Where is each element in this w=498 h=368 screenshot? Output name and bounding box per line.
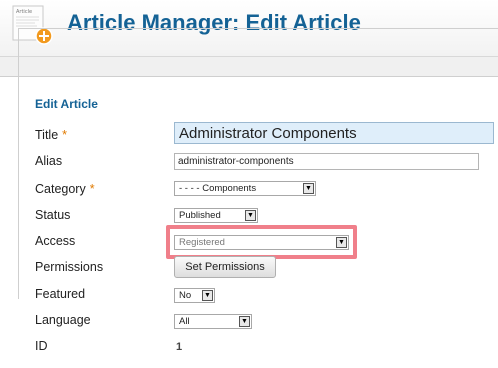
featured-label: Featured: [35, 287, 86, 301]
set-permissions-button[interactable]: Set Permissions: [174, 256, 276, 278]
dropdown-arrow-icon: ▼: [245, 210, 256, 221]
svg-text:Article: Article: [16, 9, 32, 15]
required-mark: *: [89, 182, 95, 196]
permissions-label: Permissions: [35, 260, 104, 274]
featured-select[interactable]: No ▼: [174, 288, 215, 303]
title-label: Title *: [35, 128, 68, 142]
status-select[interactable]: Published ▼: [174, 208, 258, 223]
dropdown-arrow-icon: ▼: [202, 290, 213, 301]
category-select[interactable]: - - - - Components ▼: [174, 181, 316, 196]
id-value: 1: [176, 341, 183, 353]
category-label: Category *: [35, 182, 95, 196]
language-select[interactable]: All ▼: [174, 314, 252, 329]
access-select[interactable]: Registered ▼: [174, 235, 349, 250]
required-mark: *: [62, 128, 68, 142]
dropdown-arrow-icon: ▼: [239, 316, 250, 327]
fieldset-legend: Edit Article: [32, 97, 101, 111]
alias-input[interactable]: [174, 153, 479, 170]
title-input[interactable]: [174, 122, 494, 144]
dropdown-arrow-icon: ▼: [336, 237, 347, 248]
dropdown-arrow-icon: ▼: [303, 183, 314, 194]
access-label: Access: [35, 234, 76, 248]
status-label: Status: [35, 208, 71, 222]
alias-label: Alias: [35, 154, 63, 168]
id-label: ID: [35, 339, 48, 353]
language-label: Language: [35, 313, 91, 327]
